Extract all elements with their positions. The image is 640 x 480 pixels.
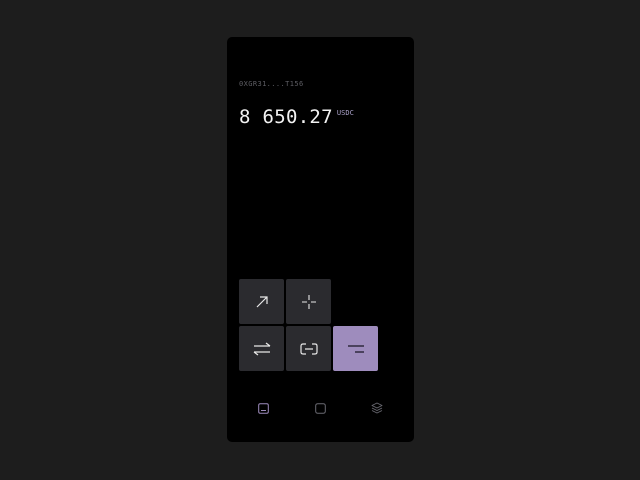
arrow-up-right-icon <box>256 295 268 307</box>
square-icon <box>314 402 326 414</box>
layers-icon <box>371 402 383 414</box>
menu-button[interactable] <box>333 326 378 371</box>
menu-lines-icon <box>347 344 364 353</box>
receive-button[interactable] <box>286 279 331 324</box>
balance-amount: 8 650.27 <box>239 106 333 128</box>
wallet-icon <box>257 402 269 414</box>
scan-link-icon <box>299 342 318 355</box>
receive-cross-icon <box>301 294 316 309</box>
scan-button[interactable] <box>286 326 331 371</box>
wallet-screen: 0XGR31....T156 8 650.27 USDC <box>227 37 414 442</box>
balance-display: 8 650.27 USDC <box>239 106 354 128</box>
send-button[interactable] <box>239 279 284 324</box>
nav-home[interactable] <box>312 400 328 416</box>
wallet-address[interactable]: 0XGR31....T156 <box>239 80 304 88</box>
nav-layers[interactable] <box>369 400 385 416</box>
swap-arrows-icon <box>253 342 270 355</box>
swap-button[interactable] <box>239 326 284 371</box>
nav-wallet[interactable] <box>255 400 271 416</box>
balance-currency: USDC <box>336 109 354 117</box>
